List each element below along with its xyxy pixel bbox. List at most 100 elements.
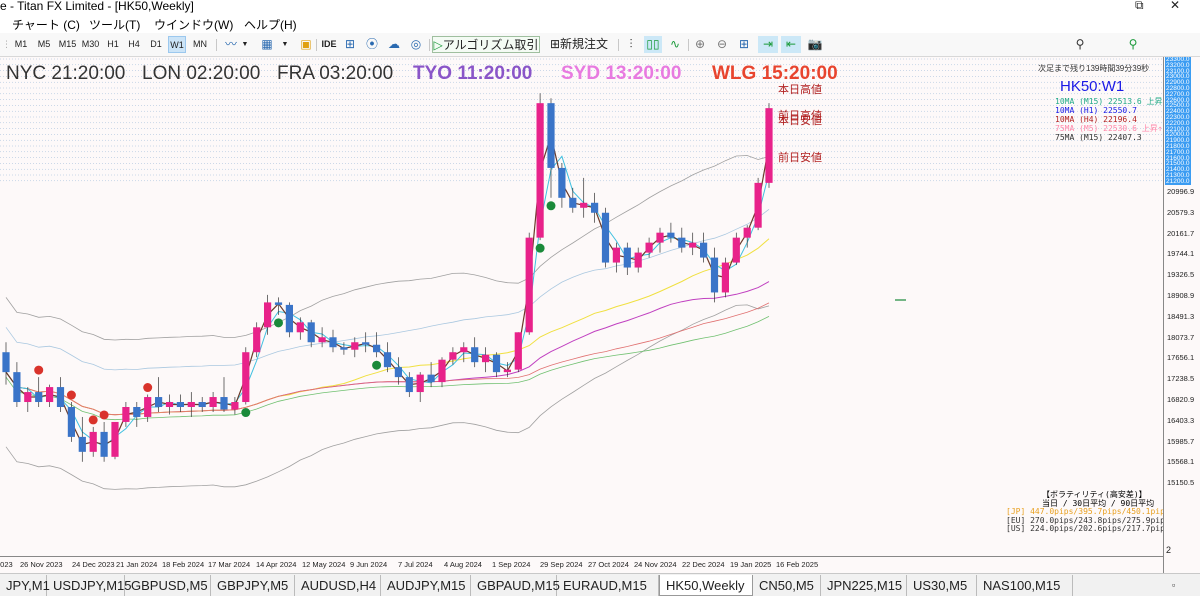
timeframe-d1-button[interactable]: D1 [147, 36, 165, 53]
tab-jpn225-m15[interactable]: JPN225,M15 [821, 575, 907, 596]
timeframe-m30-button[interactable]: M30 [80, 36, 101, 53]
candle-body [591, 202, 599, 213]
strategy-tester-icon[interactable]: ⊞ [342, 36, 358, 53]
zoom-in-icon[interactable]: ⊕ [692, 36, 708, 53]
zoom-out-icon[interactable]: ⊖ [714, 36, 730, 53]
algo-trading-label: アルゴリズム取引 [442, 38, 539, 52]
candle-body [318, 337, 326, 343]
date-label: 16 Feb 2025 [776, 560, 819, 569]
cloud-icon[interactable]: ☁ [386, 36, 402, 53]
candle-body [35, 392, 43, 403]
date-label: 24 Nov 2024 [634, 560, 677, 569]
menu-item-0[interactable]: チャート (C) [12, 16, 80, 33]
tab-gbpusd-m5[interactable]: GBPUSD,M5 [125, 575, 211, 596]
tab-gbpaud-m15[interactable]: GBPAUD,M15 [471, 575, 560, 596]
price-label: 18491.3 [1167, 311, 1195, 321]
tab-euraud-m15[interactable]: EURAUD,M15 [557, 575, 659, 596]
vps-icon[interactable]: ◎ [408, 36, 424, 53]
restore-icon[interactable]: ⧉ [1135, 0, 1144, 13]
date-label: 12 May 2024 [302, 560, 346, 569]
candle-body [601, 212, 610, 263]
candle-body [732, 237, 740, 263]
tabs-overflow-icon[interactable]: ▫ [1166, 575, 1181, 596]
search-icon[interactable]: ⚲ [1072, 36, 1088, 53]
tab-usdjpy-m15[interactable]: USDJPY,M15 [47, 575, 132, 596]
timeframe-w1-button[interactable]: W1 [168, 36, 186, 53]
toolbar-separator [688, 39, 689, 51]
timeframe-h1-button[interactable]: H1 [104, 36, 122, 53]
tab-audusd-h4[interactable]: AUDUSD,H4 [295, 575, 381, 596]
candle-body [558, 167, 566, 198]
line-chart-icon[interactable]: 〰 [222, 36, 240, 53]
play-icon: ▷ [433, 38, 443, 52]
price-label: 20161.7 [1167, 228, 1195, 238]
candle-body [285, 304, 293, 333]
timeframe-m15-button[interactable]: M15 [57, 36, 78, 53]
candle-body [373, 344, 381, 353]
timeframe-m1-button[interactable]: M1 [12, 36, 30, 53]
price-label: 15985.7 [1167, 436, 1195, 446]
ide-button[interactable]: IDE [320, 36, 338, 53]
chevron-down-icon[interactable]: ▼ [241, 36, 249, 53]
candle-body [351, 342, 359, 350]
ma-info-line: 75MA (M15) 22407.3 [1055, 133, 1142, 142]
candle-body [743, 227, 751, 238]
template-icon[interactable]: ▣ [298, 36, 314, 53]
price-label: 18908.9 [1167, 291, 1195, 300]
price-label: 21200.0 [1165, 177, 1191, 185]
buy-signal-marker [535, 243, 545, 253]
tab-cn50-m5[interactable]: CN50,M5 [753, 575, 821, 596]
candle-body [427, 374, 435, 383]
timeframe-m5-button[interactable]: M5 [35, 36, 53, 53]
price-chart[interactable] [0, 57, 1163, 573]
chart-shift-icon[interactable]: ⇥ [758, 36, 778, 53]
menu-item-1[interactable]: ツール(T) [89, 16, 140, 33]
timeframe-mn-button[interactable]: MN [191, 36, 209, 53]
new-order-button[interactable]: ⊞新規注文 [543, 36, 615, 53]
menu-item-2[interactable]: ウインドウ(W) [154, 16, 233, 33]
date-label: 29 Sep 2024 [540, 560, 583, 569]
time-axis[interactable]: 2023 26 Nov 2023 24 Dec 202321 Jan 2024 18 … [0, 556, 1163, 573]
price-label: 17656.1 [1167, 353, 1195, 363]
tab-hk50-weekly[interactable]: HK50,Weekly [659, 575, 753, 596]
window-titlebar: e - Titan FX Limited - [HK50,Weekly] ⧉ ✕ [0, 0, 1200, 13]
chart-window[interactable]: NYC 21:20:00 LON 02:20:00 FRA 03:20:00 TYO … [0, 57, 1200, 573]
bar-chart-icon[interactable]: ⫶ [622, 36, 640, 53]
candle-body [514, 332, 522, 370]
candle-body [13, 372, 21, 403]
line-icon[interactable]: ∿ [666, 36, 684, 53]
candle-body [264, 302, 272, 328]
candle-body [144, 397, 152, 417]
candle-body [67, 407, 75, 437]
toolbar-separator [429, 39, 430, 51]
candle-body [78, 436, 86, 452]
candle-body [394, 367, 402, 378]
candle-body [678, 237, 686, 248]
date-label: 18 Feb 2024 [162, 560, 205, 569]
algo-trading-button[interactable]: ▷アルゴリズム取引 [432, 36, 540, 53]
date-label: 19 Jan 2025 [730, 560, 772, 569]
tab-us30-m5[interactable]: US30,M5 [907, 575, 977, 596]
signal-icon[interactable]: ⦿ [364, 36, 380, 53]
level-label: 本日高値 [778, 84, 822, 97]
timeframe-h4-button[interactable]: H4 [125, 36, 143, 53]
tab-nas100-m15[interactable]: NAS100,M15 [977, 575, 1073, 596]
chevron-down-icon[interactable]: ▼ [281, 36, 289, 53]
tile-windows-icon[interactable]: ⊞ [736, 36, 752, 53]
candle-body [155, 397, 163, 408]
candle-body [383, 352, 392, 368]
candle-body [165, 402, 174, 408]
buy-signal-marker [274, 318, 283, 328]
autoscroll-icon[interactable]: ⇤ [781, 36, 801, 53]
tab-jpy-m1[interactable]: JPY,M1 [0, 575, 50, 596]
candle-body [296, 322, 304, 333]
close-icon[interactable]: ✕ [1170, 0, 1180, 12]
candlestick-icon[interactable]: ▯▯ [644, 36, 662, 53]
screenshot-icon[interactable]: 📷 [806, 36, 824, 53]
tab-audjpy-m15[interactable]: AUDJPY,M15 [381, 575, 471, 596]
tab-gbpjpy-m5[interactable]: GBPJPY,M5 [211, 575, 295, 596]
chart-window-icon[interactable]: ▦ [258, 36, 276, 53]
price-axis[interactable]: 23300.0 23200.0 23100.0 23000.0 22900.0 22800… [1163, 57, 1200, 573]
menu-item-3[interactable]: ヘルプ(H) [244, 16, 297, 33]
toolbar: ⋮ 〰 ▼ ▦ ▼ ▣ IDE ⊞ ⦿ ☁ ◎ ▷アルゴリズム取引 ⊞新規注文 … [0, 33, 1200, 87]
